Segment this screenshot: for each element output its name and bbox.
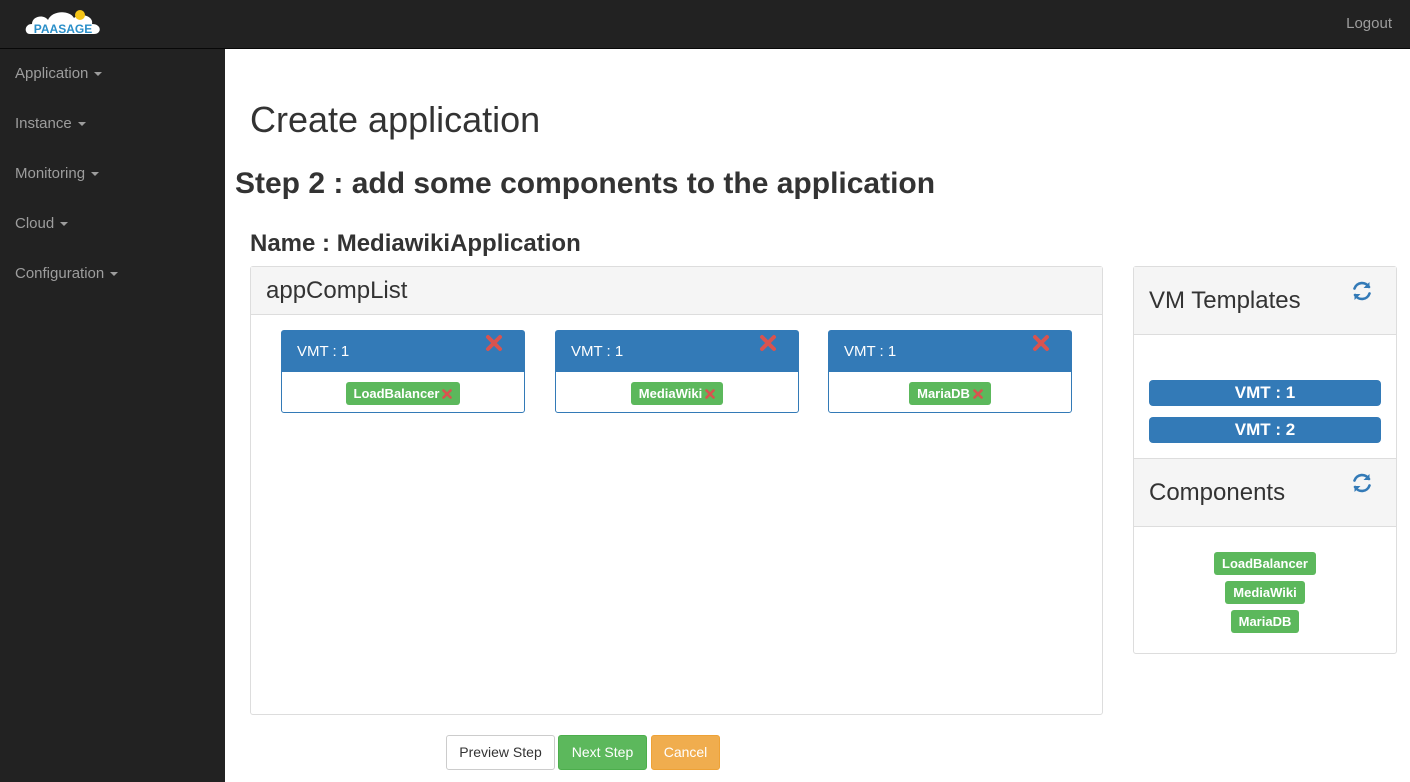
component-badge[interactable]: MariaDB xyxy=(909,382,991,405)
component-badge[interactable]: MediaWiki xyxy=(630,382,724,405)
remove-component-icon[interactable] xyxy=(973,389,983,399)
component-badge[interactable]: LoadBalancer xyxy=(345,382,461,405)
page-title: Create application xyxy=(250,99,541,140)
main-content: Create application Step 2 : add some com… xyxy=(225,49,1410,782)
components-heading: Components xyxy=(1134,459,1396,527)
sidebar-item-label: Application xyxy=(15,65,89,82)
vm-card-title: VMT : 1 xyxy=(844,343,897,360)
vm-card-title: VMT : 1 xyxy=(297,343,350,360)
remove-vm-icon[interactable] xyxy=(1031,333,1051,353)
refresh-icon[interactable] xyxy=(1350,279,1374,303)
vm-template-item[interactable]: VMT : 2 xyxy=(1149,417,1381,443)
sidebar-item-label: Monitoring xyxy=(15,165,86,182)
vm-templates-list: VMT : 1 VMT : 2 xyxy=(1134,335,1396,459)
vm-template-item[interactable]: VMT : 1 xyxy=(1149,380,1381,406)
application-name: Name : MediawikiApplication xyxy=(250,230,581,257)
component-badge-label: MariaDB xyxy=(917,386,970,401)
logo-text: PAASAGE xyxy=(34,22,92,36)
caret-down-icon xyxy=(60,222,69,227)
sidebar: Application Instance Monitoring Cloud Co… xyxy=(0,49,225,782)
sidebar-item-label: Instance xyxy=(15,115,72,132)
vm-card-title: VMT : 1 xyxy=(571,343,624,360)
component-badge-label: MediaWiki xyxy=(638,386,703,401)
caret-down-icon xyxy=(110,272,119,277)
top-navbar: PAASAGE Logout xyxy=(0,0,1410,49)
vm-card[interactable]: VMT : 1 MariaDB xyxy=(828,330,1072,413)
next-step-button[interactable]: Next Step xyxy=(558,735,647,770)
vm-templates-title: VM Templates xyxy=(1149,287,1301,314)
caret-down-icon xyxy=(77,122,86,127)
remove-vm-icon[interactable] xyxy=(484,333,504,353)
step-title: Step 2 : add some components to the appl… xyxy=(235,167,936,200)
app-comp-list-title: appCompList xyxy=(251,267,1102,315)
sidebar-item-instance[interactable]: Instance xyxy=(0,99,225,149)
vm-card[interactable]: VMT : 1 MediaWiki xyxy=(555,330,799,413)
vm-card[interactable]: VMT : 1 LoadBalancer xyxy=(281,330,525,413)
caret-down-icon xyxy=(94,72,103,77)
sidebar-item-application[interactable]: Application xyxy=(0,49,225,99)
components-list: LoadBalancer MediaWiki MariaDB xyxy=(1134,527,1396,639)
sidebar-item-monitoring[interactable]: Monitoring xyxy=(0,149,225,199)
remove-component-icon[interactable] xyxy=(442,389,453,399)
sidebar-item-configuration[interactable]: Configuration xyxy=(0,249,225,299)
sidebar-item-label: Cloud xyxy=(15,215,55,232)
component-item[interactable]: MediaWiki xyxy=(1225,581,1305,604)
paasage-logo[interactable]: PAASAGE xyxy=(22,6,104,42)
cancel-button[interactable]: Cancel xyxy=(651,735,720,770)
app-comp-list-panel[interactable]: appCompList VMT : 1 LoadBalancer VMT : 1… xyxy=(250,266,1103,715)
sidebar-item-cloud[interactable]: Cloud xyxy=(0,199,225,249)
vm-templates-heading: VM Templates xyxy=(1134,267,1396,335)
component-item[interactable]: LoadBalancer xyxy=(1214,552,1316,575)
palette-panel: VM Templates VMT : 1 VMT : 2 Components … xyxy=(1133,266,1397,654)
component-badge-label: LoadBalancer xyxy=(353,386,440,401)
remove-component-icon[interactable] xyxy=(705,389,716,399)
preview-step-button[interactable]: Preview Step xyxy=(446,735,555,770)
refresh-icon[interactable] xyxy=(1350,471,1374,495)
components-title: Components xyxy=(1149,479,1286,506)
remove-vm-icon[interactable] xyxy=(758,333,778,353)
component-item[interactable]: MariaDB xyxy=(1230,610,1300,633)
logout-link[interactable]: Logout xyxy=(1346,15,1392,32)
sidebar-item-label: Configuration xyxy=(15,265,105,282)
caret-down-icon xyxy=(91,172,100,177)
